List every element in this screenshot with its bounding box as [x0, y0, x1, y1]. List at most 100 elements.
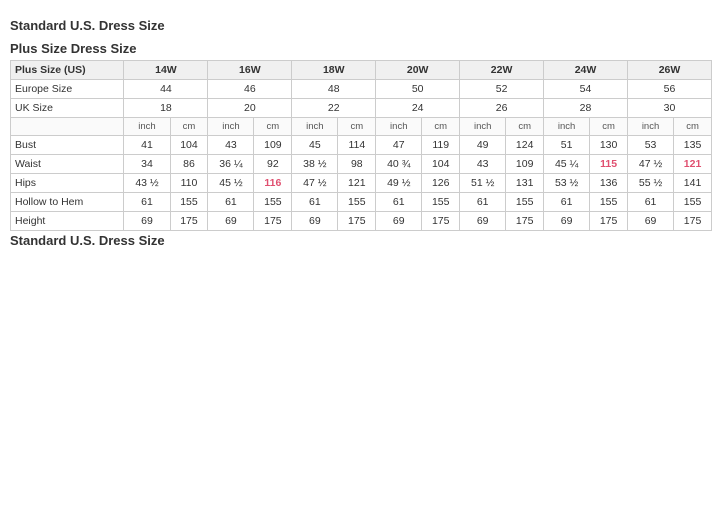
plus-bust-row: Bust 41 104 43 109 45 114 47 119 49 124 …: [11, 136, 712, 155]
pho-inch-0: 61: [124, 193, 170, 212]
pb-cm-5: 130: [590, 136, 628, 155]
pht-inch-6: 69: [627, 212, 673, 231]
ph-cm-3: 126: [422, 174, 460, 193]
pb-inch-3: 47: [376, 136, 422, 155]
ph-inch-0: 43 ½: [124, 174, 170, 193]
ph-cm-0: 110: [170, 174, 208, 193]
plus-europe-46: 46: [208, 80, 292, 99]
pb-cm-3: 119: [422, 136, 460, 155]
p-inch-7: inch: [627, 118, 673, 136]
plus-europe-44: 44: [124, 80, 208, 99]
pb-cm-6: 135: [674, 136, 712, 155]
plus-europe-56: 56: [627, 80, 711, 99]
pht-cm-4: 175: [506, 212, 544, 231]
p-inch-4: inch: [376, 118, 422, 136]
plus-hollow-row: Hollow to Hem 61 155 61 155 61 155 61 15…: [11, 193, 712, 212]
plus-europe-48: 48: [292, 80, 376, 99]
pb-cm-2: 114: [338, 136, 376, 155]
pho-cm-2: 155: [338, 193, 376, 212]
pho-cm-6: 155: [674, 193, 712, 212]
pw-cm-3: 104: [422, 155, 460, 174]
pho-cm-1: 155: [254, 193, 292, 212]
standard-title-2: Standard U.S. Dress Size: [10, 233, 712, 248]
pb-inch-5: 51: [544, 136, 590, 155]
pw-inch-2: 38 ½: [292, 155, 338, 174]
plus-europe-row: Europe Size 44 46 48 50 52 54 56: [11, 80, 712, 99]
ph-cm-1: 116: [254, 174, 292, 193]
pw-inch-0: 34: [124, 155, 170, 174]
plus-hips-row: Hips 43 ½ 110 45 ½ 116 47 ½ 121 49 ½ 126…: [11, 174, 712, 193]
plus-uk-row: UK Size 18 20 22 24 26 28 30: [11, 99, 712, 118]
ph-inch-5: 53 ½: [544, 174, 590, 193]
pht-inch-3: 69: [376, 212, 422, 231]
pb-inch-1: 43: [208, 136, 254, 155]
plus-26w: 26W: [627, 61, 711, 80]
pw-cm-4: 109: [506, 155, 544, 174]
p-inch-3: inch: [292, 118, 338, 136]
pb-cm-0: 104: [170, 136, 208, 155]
plus-22w: 22W: [460, 61, 544, 80]
p-cm-7: cm: [674, 118, 712, 136]
plus-uk-30: 30: [627, 99, 711, 118]
plus-hips-label: Hips: [11, 174, 124, 193]
ph-inch-2: 47 ½: [292, 174, 338, 193]
ph-inch-3: 49 ½: [376, 174, 422, 193]
plus-europe-54: 54: [544, 80, 628, 99]
plus-inch-cm-subheader: inch cm inch cm inch cm inch cm inch cm …: [11, 118, 712, 136]
pho-inch-3: 61: [376, 193, 422, 212]
ph-cm-4: 131: [506, 174, 544, 193]
plus-europe-52: 52: [460, 80, 544, 99]
plus-18w: 18W: [292, 61, 376, 80]
pb-inch-6: 53: [627, 136, 673, 155]
pht-cm-5: 175: [590, 212, 628, 231]
pho-cm-3: 155: [422, 193, 460, 212]
pw-inch-6: 47 ½: [627, 155, 673, 174]
pb-inch-4: 49: [460, 136, 506, 155]
plus-uk-label: UK Size: [11, 99, 124, 118]
plus-size-label: Plus Size (US): [11, 61, 124, 80]
ph-inch-4: 51 ½: [460, 174, 506, 193]
p-cm-3: cm: [338, 118, 376, 136]
plus-uk-24: 24: [376, 99, 460, 118]
ph-cm-6: 141: [674, 174, 712, 193]
pht-cm-0: 175: [170, 212, 208, 231]
plus-height-row: Height 69 175 69 175 69 175 69 175 69 17…: [11, 212, 712, 231]
pw-inch-4: 43: [460, 155, 506, 174]
pw-cm-1: 92: [254, 155, 292, 174]
pho-cm-5: 155: [590, 193, 628, 212]
plus-section-title: Plus Size Dress Size: [10, 41, 712, 56]
pw-inch-5: 45 ¼: [544, 155, 590, 174]
ph-cm-2: 121: [338, 174, 376, 193]
pw-cm-0: 86: [170, 155, 208, 174]
p-inch-5: inch: [460, 118, 506, 136]
pho-cm-4: 155: [506, 193, 544, 212]
p-cm-5: cm: [506, 118, 544, 136]
pht-cm-1: 175: [254, 212, 292, 231]
plus-header-row: Plus Size (US) 14W 16W 18W 20W 22W 24W 2…: [11, 61, 712, 80]
p-inch-1: inch: [124, 118, 170, 136]
p-inch-2: inch: [208, 118, 254, 136]
pho-inch-5: 61: [544, 193, 590, 212]
pho-inch-4: 61: [460, 193, 506, 212]
plus-table: Plus Size (US) 14W 16W 18W 20W 22W 24W 2…: [10, 60, 712, 231]
pht-inch-0: 69: [124, 212, 170, 231]
plus-uk-18: 18: [124, 99, 208, 118]
pho-inch-2: 61: [292, 193, 338, 212]
plus-14w: 14W: [124, 61, 208, 80]
pho-inch-6: 61: [627, 193, 673, 212]
p-cm-1: cm: [170, 118, 208, 136]
plus-bust-label: Bust: [11, 136, 124, 155]
plus-hollow-label: Hollow to Hem: [11, 193, 124, 212]
pb-cm-4: 124: [506, 136, 544, 155]
plus-height-label: Height: [11, 212, 124, 231]
pht-inch-5: 69: [544, 212, 590, 231]
plus-16w: 16W: [208, 61, 292, 80]
plus-uk-20: 20: [208, 99, 292, 118]
p-cm-2: cm: [254, 118, 292, 136]
ph-inch-6: 55 ½: [627, 174, 673, 193]
plus-uk-22: 22: [292, 99, 376, 118]
pht-inch-1: 69: [208, 212, 254, 231]
plus-waist-label: Waist: [11, 155, 124, 174]
p-cm-6: cm: [590, 118, 628, 136]
pw-cm-5: 115: [590, 155, 628, 174]
